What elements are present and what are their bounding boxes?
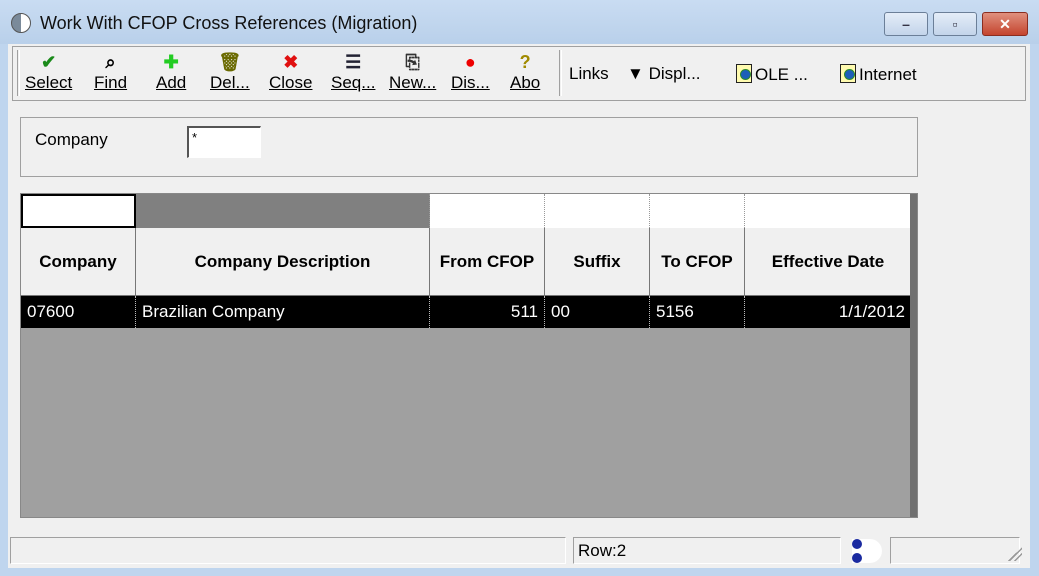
results-grid: Company Company Description From CFOP Suffi… <box>20 193 918 518</box>
table-cell: 1/1/2012 <box>745 296 912 328</box>
toolbar-button-label: Del... <box>210 73 250 92</box>
toolbar-button-label: New... <box>389 73 437 92</box>
toolbar-button-label: Abo <box>510 73 541 92</box>
dropdown-arrow-icon: ▼ <box>627 64 649 83</box>
minimize-button[interactable]: – <box>884 12 928 36</box>
form-client: ✔ Select ⌕ Find ✚ Add 🗑 Del... ✖ Close ☰ Seq... ⎘ New… <box>8 44 1030 568</box>
column-header[interactable]: Effective Date <box>745 228 912 296</box>
maximize-button[interactable]: ▫ <box>933 12 977 36</box>
close-window-button[interactable]: ✕ <box>982 12 1028 36</box>
column-header[interactable]: Company <box>21 228 136 296</box>
internet-button[interactable]: Internet <box>840 64 917 85</box>
toolbar-button-add[interactable]: ✚ Add <box>156 51 186 93</box>
table-cell: 07600 <box>21 296 136 328</box>
seq-icon: ☰ <box>345 52 362 72</box>
links-menu[interactable]: Links <box>569 64 609 84</box>
toolbar-button-find[interactable]: ⌕ Find <box>94 51 127 93</box>
company-input[interactable]: * <box>187 126 261 158</box>
toolbar-button-label: Dis... <box>451 73 490 92</box>
qbe-cell[interactable] <box>650 194 745 228</box>
table-cell: 5156 <box>650 296 745 328</box>
new-icon: ⎘ <box>405 52 420 72</box>
table-cell: 511 <box>430 296 545 328</box>
table-row[interactable]: 07600 Brazilian Company 511 00 5156 1/1/2012 <box>21 296 912 328</box>
qbe-cell[interactable] <box>136 194 430 228</box>
find-icon: ⌕ <box>105 52 116 72</box>
toolbar-button-close[interactable]: ✖ Close <box>269 51 312 93</box>
column-header[interactable]: Company Description <box>136 228 430 296</box>
toolbar-button-del[interactable]: 🗑 Del... <box>210 51 250 93</box>
toolbar-button-label: Add <box>156 73 187 92</box>
select-icon: ✔ <box>41 52 57 72</box>
column-header[interactable]: From CFOP <box>430 228 545 296</box>
ole-button[interactable]: OLE ... <box>736 64 808 85</box>
add-icon: ✚ <box>163 52 179 72</box>
toolbar-button-select[interactable]: ✔ Select <box>25 51 72 93</box>
qbe-cell[interactable] <box>430 194 545 228</box>
qbe-cell[interactable] <box>745 194 912 228</box>
status-bar: Row:2 <box>10 537 1026 564</box>
qbe-cell[interactable] <box>21 194 136 228</box>
toolbar-button-label: Seq... <box>331 73 376 92</box>
table-cell: Brazilian Company <box>136 296 430 328</box>
toolbar-button-dis[interactable]: ● Dis... <box>451 51 490 93</box>
company-label: Company <box>35 130 108 149</box>
toolbar-button-new[interactable]: ⎘ New... <box>389 51 436 93</box>
column-header[interactable]: Suffix <box>545 228 650 296</box>
resize-grip[interactable] <box>1008 547 1022 561</box>
toolbar: ✔ Select ⌕ Find ✚ Add 🗑 Del... ✖ Close ☰ Seq... ⎘ New… <box>12 46 1026 101</box>
abo-icon: ? <box>519 52 531 72</box>
toolbar-button-seq[interactable]: ☰ Seq... <box>331 51 375 93</box>
window-title: Work With CFOP Cross References (Migrati… <box>40 13 418 33</box>
vertical-scrollbar[interactable] <box>910 194 917 517</box>
filter-panel: Company * <box>20 117 918 177</box>
qbe-row <box>21 194 912 228</box>
dis-icon: ● <box>464 52 476 72</box>
row-status: Row:2 <box>573 537 841 564</box>
toolbar-button-label: Select <box>25 73 73 92</box>
internet-document-icon <box>840 64 856 83</box>
grid-header: Company Company Description From CFOP Suffi… <box>21 228 912 296</box>
del-icon: 🗑 <box>218 52 242 72</box>
table-cell: 00 <box>545 296 650 328</box>
close-icon: ✖ <box>283 52 299 72</box>
title-bar: Work With CFOP Cross References (Migrati… <box>0 0 1039 44</box>
column-header[interactable]: To CFOP <box>650 228 745 296</box>
toolbar-button-label: Close <box>269 73 313 92</box>
app-icon <box>11 13 31 33</box>
toolbar-button-label: Find <box>94 73 128 92</box>
toolbar-button-abo[interactable]: ? Abo <box>510 51 540 93</box>
globe-icon <box>852 539 882 563</box>
display-menu[interactable]: ▼ Displ... <box>627 64 701 84</box>
ole-document-icon <box>736 64 752 83</box>
qbe-cell[interactable] <box>545 194 650 228</box>
